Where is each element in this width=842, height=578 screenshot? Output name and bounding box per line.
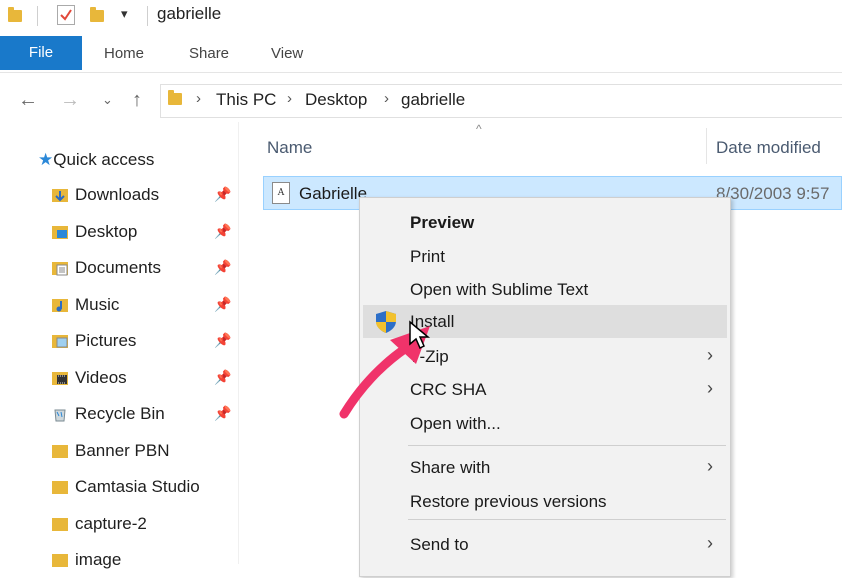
downloads-icon (52, 187, 68, 203)
folder-icon[interactable] (8, 7, 22, 22)
pin-icon[interactable]: 📌 (214, 369, 231, 386)
desktop-icon (52, 224, 68, 240)
breadcrumb-desktop[interactable]: Desktop (305, 90, 367, 110)
sidebar-item-desktop[interactable]: Desktop 📌 (36, 214, 236, 250)
window-title: gabrielle (157, 4, 222, 23)
toolbar-separator (37, 6, 38, 26)
mouse-cursor-icon (409, 320, 431, 350)
column-separator[interactable] (706, 128, 707, 164)
toolbar-separator (147, 6, 148, 26)
sidebar-item-music[interactable]: Music 📌 (36, 287, 236, 323)
menu-item-restore-previous-versions[interactable]: Restore previous versions (363, 485, 727, 518)
navigation-pane: ★Quick access Downloads 📌 Desktop 📌 Docu… (0, 130, 238, 569)
annotation-arrow-icon (339, 326, 430, 419)
submenu-arrow-icon: › (707, 533, 713, 553)
menu-separator (408, 519, 726, 520)
breadcrumb-gabrielle[interactable]: gabrielle (401, 90, 465, 110)
breadcrumb-this-pc[interactable]: This PC (216, 90, 276, 110)
submenu-arrow-icon: › (707, 345, 713, 365)
tab-view[interactable]: View (271, 36, 303, 70)
sidebar-item-image[interactable]: image (36, 542, 236, 578)
folder-icon (52, 516, 68, 532)
pin-icon[interactable]: 📌 (214, 223, 231, 240)
sidebar-item-pictures[interactable]: Pictures 📌 (36, 323, 236, 359)
breadcrumb-chevron-icon[interactable]: › (384, 90, 389, 107)
sidebar-item-recycle-bin[interactable]: Recycle Bin 📌 (36, 396, 236, 432)
recent-locations-chevron-icon[interactable]: ⌄ (102, 80, 113, 120)
pin-icon[interactable]: 📌 (214, 332, 231, 349)
sidebar-item-capture-2[interactable]: capture-2 (36, 506, 236, 542)
submenu-arrow-icon: › (707, 378, 713, 398)
sort-ascending-icon: ^ (476, 122, 482, 136)
recycle-bin-icon (52, 406, 68, 422)
folder-icon (52, 552, 68, 568)
sidebar-item-downloads[interactable]: Downloads 📌 (36, 177, 236, 213)
breadcrumb-chevron-icon[interactable]: › (287, 90, 292, 107)
file-date-modified: 8/30/2003 9:57 (716, 184, 830, 203)
tab-share[interactable]: Share (189, 36, 229, 70)
breadcrumb-chevron-icon[interactable]: › (196, 90, 201, 107)
column-header-name[interactable]: Name (267, 138, 312, 158)
tab-home[interactable]: Home (104, 36, 144, 70)
submenu-arrow-icon: › (707, 456, 713, 476)
menu-item-share-with[interactable]: Share with › (363, 451, 727, 484)
new-folder-icon[interactable] (90, 7, 104, 22)
pin-icon[interactable]: 📌 (214, 405, 231, 422)
music-icon (52, 297, 68, 313)
documents-icon (52, 260, 68, 276)
sidebar-item-camtasia-studio[interactable]: Camtasia Studio (36, 469, 236, 505)
folder-icon (52, 479, 68, 495)
sidebar-quick-access[interactable]: ★Quick access (38, 150, 154, 170)
star-icon: ★ (38, 150, 54, 169)
folder-icon (52, 443, 68, 459)
pin-icon[interactable]: 📌 (214, 296, 231, 313)
sidebar-item-documents[interactable]: Documents 📌 (36, 250, 236, 286)
videos-icon (52, 370, 68, 386)
properties-icon[interactable] (57, 5, 75, 25)
file-name[interactable]: Gabrielle (299, 184, 367, 204)
forward-arrow-icon[interactable]: → (60, 80, 80, 120)
back-arrow-icon[interactable]: ← (18, 80, 38, 120)
font-file-icon: A (272, 182, 290, 204)
column-header-date-modified[interactable]: Date modified (716, 138, 821, 158)
title-bar: ▾ gabrielle (0, 0, 842, 34)
sidebar-item-videos[interactable]: Videos 📌 (36, 360, 236, 396)
pictures-icon (52, 333, 68, 349)
tab-file[interactable]: File (0, 36, 82, 70)
up-arrow-icon[interactable]: ↑ (132, 80, 142, 120)
folder-icon (168, 90, 182, 105)
sidebar-item-banner-pbn[interactable]: Banner PBN (36, 433, 236, 469)
menu-item-preview[interactable]: Preview (363, 206, 727, 239)
menu-separator (408, 445, 726, 446)
customize-toolbar-chevron-icon[interactable]: ▾ (121, 6, 128, 22)
menu-item-send-to[interactable]: Send to › (363, 528, 727, 561)
pin-icon[interactable]: 📌 (214, 259, 231, 276)
pane-divider[interactable] (238, 122, 239, 564)
pin-icon[interactable]: 📌 (214, 186, 231, 203)
menu-item-print[interactable]: Print (363, 240, 727, 273)
